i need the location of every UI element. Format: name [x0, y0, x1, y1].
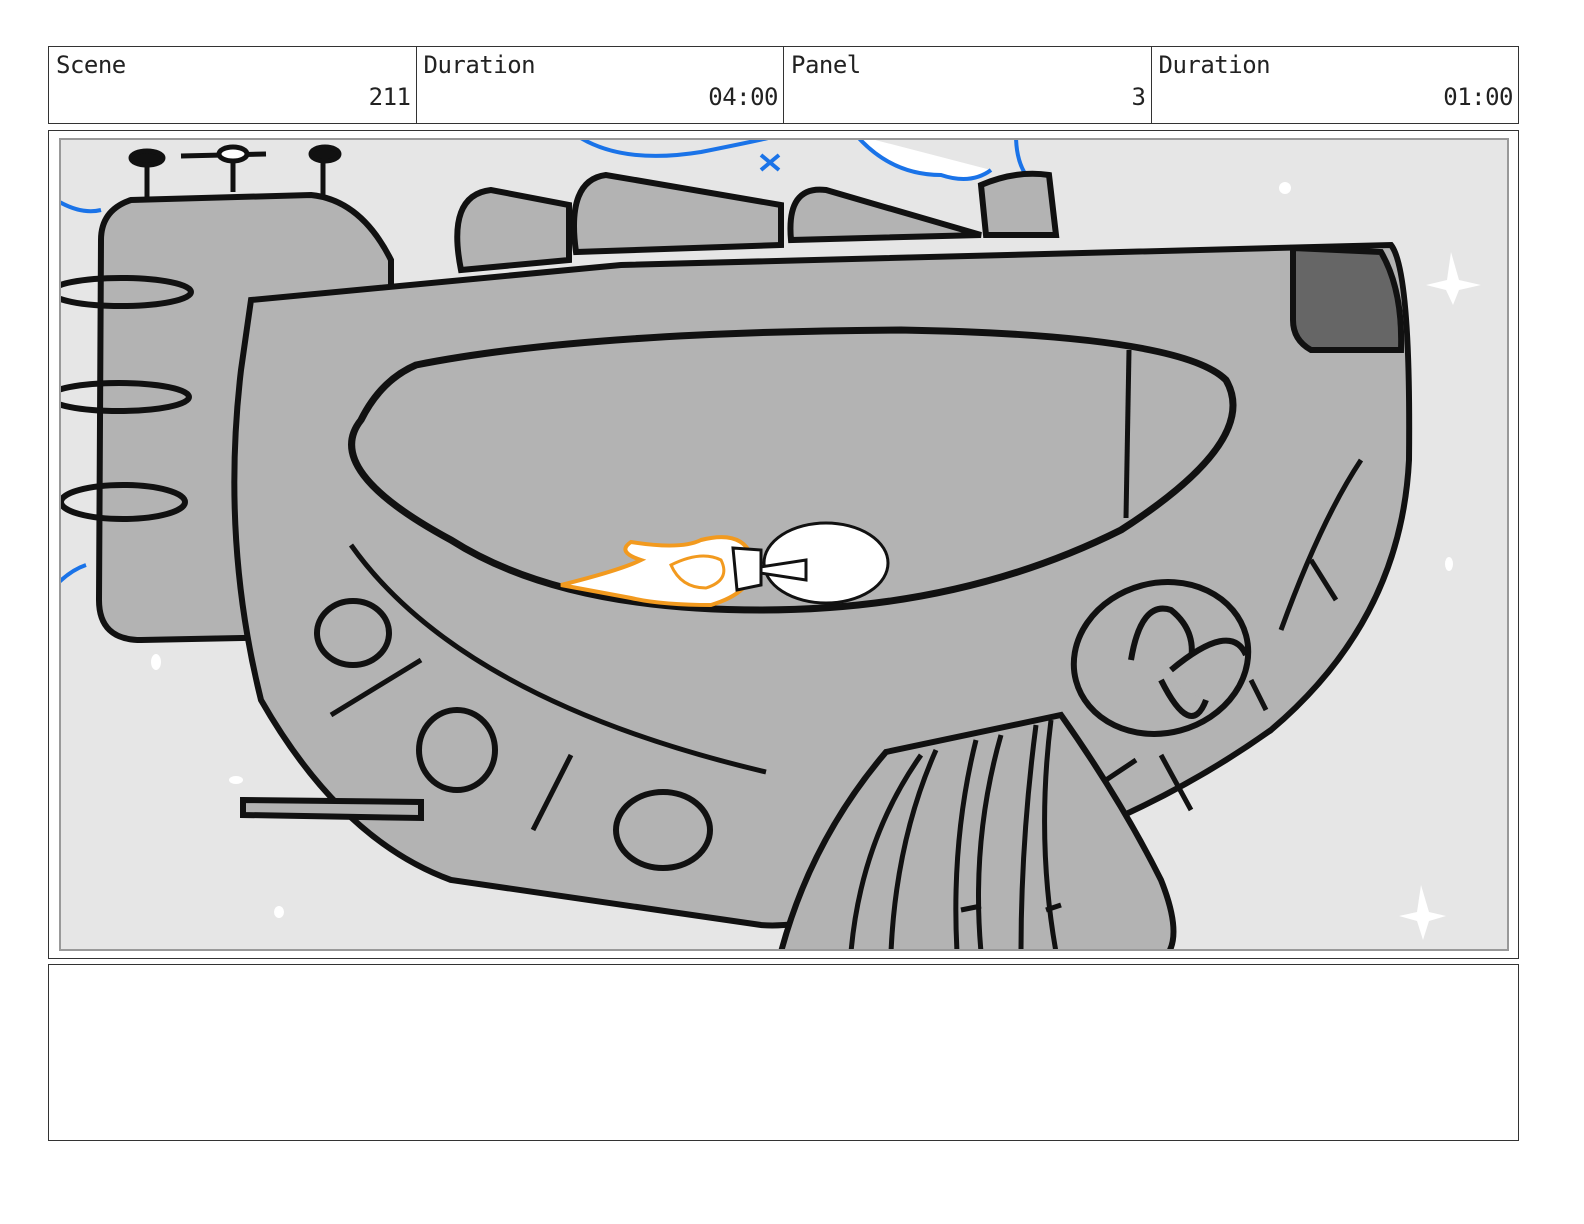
panel-number: 3 — [1131, 83, 1146, 111]
star-dot — [1279, 182, 1291, 194]
panel-notes-box — [48, 964, 1519, 1141]
rocket-nozzle — [731, 546, 763, 592]
scene-duration-value: 04:00 — [708, 83, 778, 111]
star-dot — [1445, 557, 1453, 571]
star-dot — [151, 654, 161, 670]
cockpit-window — [1290, 244, 1405, 353]
scene-cell: Scene 211 — [49, 47, 417, 123]
scene-duration-label: Duration — [423, 51, 536, 79]
panel-frame — [48, 130, 1519, 959]
star-dot — [274, 906, 284, 918]
panel-duration-label: Duration — [1158, 51, 1271, 79]
scene-number: 211 — [368, 83, 411, 111]
spaceship-sketch — [61, 140, 1507, 949]
panel-artwork — [59, 138, 1509, 951]
panel-duration-value: 01:00 — [1443, 83, 1513, 111]
window-divider — [1123, 349, 1132, 519]
scene-duration-cell: Duration 04:00 — [417, 47, 784, 123]
panel-cell: Panel 3 — [784, 47, 1152, 123]
star-dot — [229, 776, 243, 784]
panel-duration-cell: Duration 01:00 — [1152, 47, 1519, 123]
panel-label: Panel — [791, 51, 861, 79]
scene-label: Scene — [56, 51, 126, 79]
side-rod — [240, 796, 424, 822]
storyboard-header: Scene 211 Duration 04:00 Panel 3 Duratio… — [48, 46, 1519, 124]
